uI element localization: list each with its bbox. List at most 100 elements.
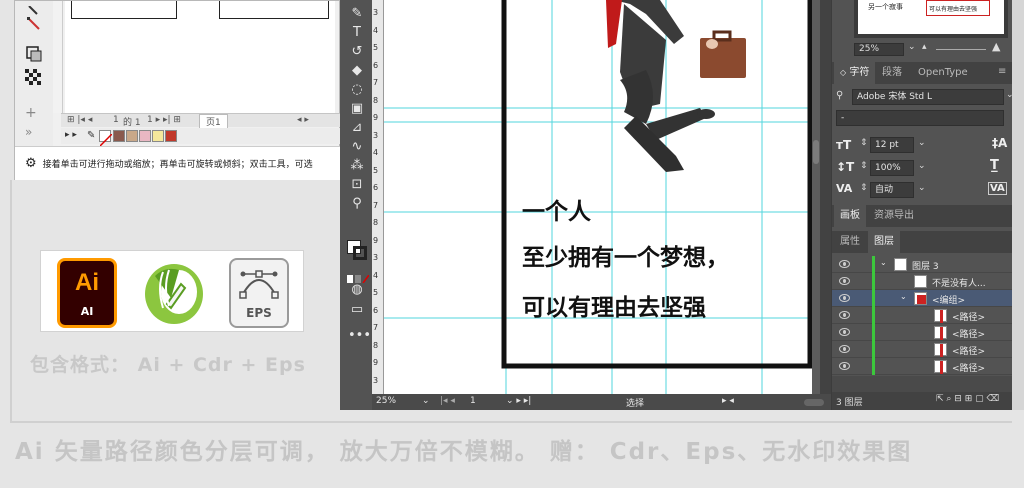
artboard-next-icon[interactable]: ⌄ ▸ ▸| [506,396,531,406]
nav-zoom-dropdown-icon[interactable]: ⌄ [908,42,916,52]
footer-caption: Ai 矢量路径颜色分层可调， 放大万倍不模糊。 赠： Cdr、Eps、无水印效果… [15,439,913,465]
zoom-dropdown-icon[interactable]: ⌄ [422,396,430,406]
expand-chevron-icon[interactable]: ⌄ [880,258,887,267]
eyedropper-tool-icon[interactable]: ⊿ [348,120,366,136]
vertical-scrollbar[interactable] [812,0,820,394]
draw-mode-icon[interactable]: ◍ [348,282,366,298]
left-toolbox: + » [15,1,53,146]
kerning-field[interactable]: 自动 [870,182,914,198]
more-tools-icon[interactable]: ••• [348,328,371,344]
scroll-arrows-icon[interactable]: ◂ ▸ [297,115,309,125]
layer-footer-icons[interactable]: ⇱ ⌕ ⊟ ⊞ ▢ ⌫ [936,394,999,404]
tab-layers[interactable]: 图层 [868,231,900,253]
stroke-swatch[interactable] [353,246,367,260]
font-family-field[interactable]: Adobe 宋体 Std L [852,89,1004,105]
layer-row[interactable]: <路径> [832,307,1013,324]
checker-fill-icon[interactable] [25,69,43,87]
tab-asset-export[interactable]: 资源导出 [868,205,920,227]
symbol-sprayer-icon[interactable]: ⁂ [348,158,366,174]
visibility-eye-icon[interactable] [839,362,850,370]
paintbrush-tool-icon[interactable]: ✎ [348,6,366,22]
rectangle-tool-icon[interactable] [25,45,43,63]
node-tool-icon[interactable] [25,15,43,33]
zoom-out-icon[interactable]: ▴ [922,42,927,52]
tab-properties[interactable]: 属性 [834,231,866,253]
visibility-eye-icon[interactable] [839,260,850,268]
vertical-scale-field[interactable]: 100% [870,160,914,176]
shape-builder-icon[interactable]: ▣ [348,101,366,117]
layer-color-bar [872,290,875,307]
kerning-dropdown-icon[interactable]: ⌄ [918,183,926,193]
font-search-icon[interactable]: ⚲ [836,90,843,101]
artboard-tool-icon[interactable]: ⊡ [348,177,366,193]
ai-icon-sub: AI [80,305,94,318]
eyedropper-icon[interactable]: ✎ [87,130,95,141]
zoom-tool-icon[interactable]: ⚲ [348,196,366,212]
kerning-stepper-icon[interactable]: ⇕ [860,183,868,193]
screen-mode-icon[interactable]: ▭ [348,302,366,318]
layer-row[interactable]: 不是没有人... [832,273,1013,290]
swatch-tan[interactable] [126,130,138,142]
nav-zoom-field[interactable]: 25% [854,43,904,56]
artboard-number[interactable]: 1 [470,396,476,406]
visibility-eye-icon[interactable] [839,345,850,353]
layer-row[interactable]: <路径> [832,341,1013,358]
palette-arrow-icon[interactable]: ▸ ▸ [65,130,77,140]
layer-row[interactable]: ⌄ 图层 3 [832,256,1013,273]
swatch-brown[interactable] [113,130,125,142]
visibility-eye-icon[interactable] [839,277,850,285]
ruler-number: 5 [373,165,379,175]
tab-opentype[interactable]: OpenType [912,62,974,84]
tab-character[interactable]: ◇ 字符 [834,62,876,84]
eraser-tool-icon[interactable]: ◆ [348,63,366,79]
zoom-in-icon[interactable]: ▲ [992,40,1000,53]
font-size-field[interactable]: 12 pt [870,137,914,153]
tab-artboards[interactable]: 画板 [834,205,866,227]
ruler-number: 7 [373,78,379,87]
group-thumbnail [914,292,927,305]
artboard-first-icon[interactable]: |◂ ◂ [440,396,455,406]
gear-icon[interactable]: ⚙ [25,156,37,171]
layer-row-selected[interactable]: ⌄ <编组> [832,290,1013,307]
status-mode[interactable]: 选择 [626,396,644,409]
color-mode-icons[interactable] [347,268,370,284]
more-icon[interactable]: » [25,125,43,143]
size-stepper-icon[interactable]: ⇕ [860,138,868,148]
ruler-number: 8 [373,218,379,227]
type-tool-icon[interactable]: T [348,25,366,41]
tab-collapse-icon[interactable]: ◇ [840,68,846,77]
visibility-eye-icon[interactable] [839,311,850,319]
expand-chevron-icon[interactable]: ⌄ [900,292,907,301]
scale-stepper-icon[interactable]: ⇕ [860,161,868,171]
lasso-tool-icon[interactable]: ◌ [348,82,366,98]
hscroll-thumb[interactable] [804,399,824,406]
swatch-yellow[interactable] [152,130,164,142]
layer-row[interactable]: <路径> [832,324,1013,341]
page-tab[interactable]: 页1 [199,114,228,128]
status-arrow-icon[interactable]: ▸ ◂ [722,396,734,406]
page-next-icon[interactable]: 1 ▸ ▸| ⊞ [147,115,181,125]
size-dropdown-icon[interactable]: ⌄ [918,138,926,148]
font-style-field[interactable]: - [836,110,1004,126]
path-thumbnail [934,309,947,323]
layer-row[interactable]: <路径> [832,358,1013,375]
doc-frame-left [71,1,177,19]
page-of: 的 1 [123,118,141,128]
panel-menu-icon[interactable]: ≡ [998,66,1006,77]
zoom-slider[interactable] [936,49,986,50]
swatch-none[interactable] [99,130,113,147]
zoom-level[interactable]: 25% [376,396,396,406]
page-first-icon[interactable]: ⊞ |◂ ◂ [67,115,92,125]
swatch-pink[interactable] [139,130,151,142]
visibility-eye-icon[interactable] [839,294,850,302]
swatch-red[interactable] [165,130,177,142]
visibility-eye-icon[interactable] [839,328,850,336]
blend-tool-icon[interactable]: ∿ [348,139,366,155]
ruler-number: 9 [373,235,379,245]
doc-frame-right [219,1,329,19]
tab-paragraph[interactable]: 段落 [876,62,908,84]
scroll-thumb[interactable] [813,140,819,164]
scale-dropdown-icon[interactable]: ⌄ [918,161,926,171]
rotate-tool-icon[interactable]: ↺ [348,44,366,60]
add-icon[interactable]: + [25,105,43,123]
